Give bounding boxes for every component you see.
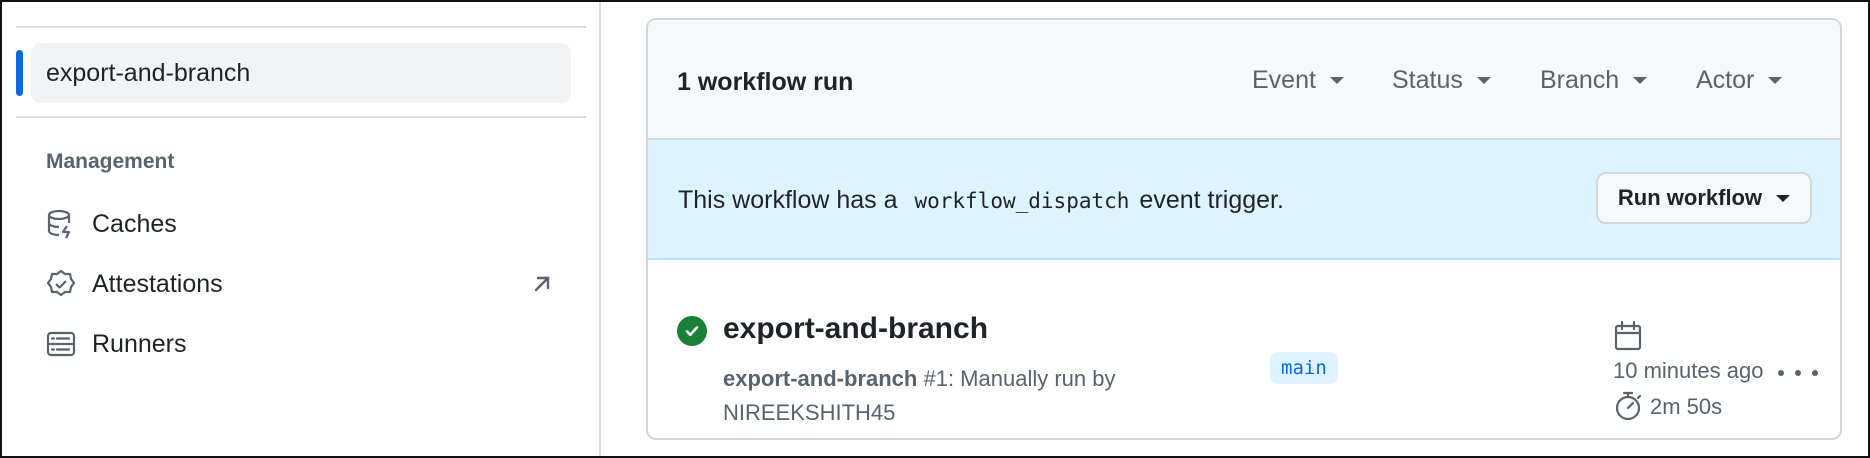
banner-suffix: event trigger. [1139, 186, 1284, 214]
success-check-icon [677, 316, 707, 346]
run-meta-workflow: export-and-branch [723, 366, 918, 391]
banner-message: This workflow has a workflow_dispatch eve… [678, 186, 1284, 215]
sidebar-item-caches[interactable]: Caches [31, 198, 571, 250]
run-workflow-button[interactable]: Run workflow [1596, 172, 1812, 224]
database-icon [45, 208, 77, 240]
run-meta-text: #1: Manually run by [923, 366, 1116, 391]
chevron-down-icon [1776, 194, 1791, 202]
sidebar-item-export-and-branch[interactable]: export-and-branch [31, 43, 571, 103]
workflow-dispatch-banner: This workflow has a workflow_dispatch eve… [648, 140, 1840, 260]
calendar-icon [1613, 320, 1643, 352]
workflow-run-count: 1 workflow run [677, 68, 854, 96]
actor-filter-dropdown[interactable]: Actor [1696, 66, 1783, 95]
branch-badge[interactable]: main [1270, 352, 1338, 384]
sidebar-divider-top [16, 26, 586, 28]
banner-prefix: This workflow has a [678, 186, 898, 214]
sidebar-item-label: Runners [92, 329, 187, 358]
chevron-down-icon [1329, 77, 1344, 84]
runs-header: 1 workflow run Event Status Branch Actor [648, 20, 1840, 140]
workflow-run-row[interactable]: export-and-branch export-and-branch #1: … [648, 260, 1840, 438]
chevron-down-icon [1476, 77, 1491, 84]
event-filter-label: Event [1252, 66, 1316, 94]
branch-filter-dropdown[interactable]: Branch [1540, 66, 1648, 95]
selected-indicator [16, 50, 23, 96]
sidebar-item-label: export-and-branch [46, 58, 251, 87]
sidebar-divider-bottom [16, 116, 586, 118]
status-filter-dropdown[interactable]: Status [1392, 66, 1491, 95]
sidebar-separator [599, 0, 601, 458]
run-workflow-label: Run workflow [1617, 185, 1763, 210]
status-filter-label: Status [1392, 66, 1463, 94]
run-duration: 2m 50s [1650, 394, 1723, 419]
event-filter-dropdown[interactable]: Event [1252, 66, 1344, 95]
management-heading: Management [46, 150, 175, 173]
sidebar-item-label: Caches [92, 209, 177, 238]
chevron-down-icon [1633, 77, 1648, 84]
actor-filter-label: Actor [1696, 66, 1755, 94]
run-meta: export-and-branch #1: Manually run by NI… [723, 362, 1143, 430]
chevron-down-icon [1768, 77, 1783, 84]
more-options-icon[interactable] [1778, 360, 1818, 386]
run-title-link[interactable]: export-and-branch [723, 312, 988, 346]
workflow-runs-panel: 1 workflow run Event Status Branch Actor… [646, 18, 1842, 440]
banner-code: workflow_dispatch [914, 189, 1130, 213]
run-time-ago: 10 minutes ago [1613, 358, 1764, 383]
server-icon [45, 328, 77, 360]
stopwatch-icon [1613, 390, 1643, 422]
sidebar: export-and-branch Management Caches Atte… [0, 0, 600, 458]
run-actor[interactable]: NIREEKSHITH45 [723, 400, 895, 425]
external-link-arrow-icon [529, 271, 555, 297]
sidebar-item-attestations[interactable]: Attestations [31, 258, 571, 310]
verified-badge-icon [45, 268, 77, 300]
branch-filter-label: Branch [1540, 66, 1620, 94]
sidebar-item-label: Attestations [92, 269, 223, 298]
sidebar-item-runners[interactable]: Runners [31, 318, 571, 370]
